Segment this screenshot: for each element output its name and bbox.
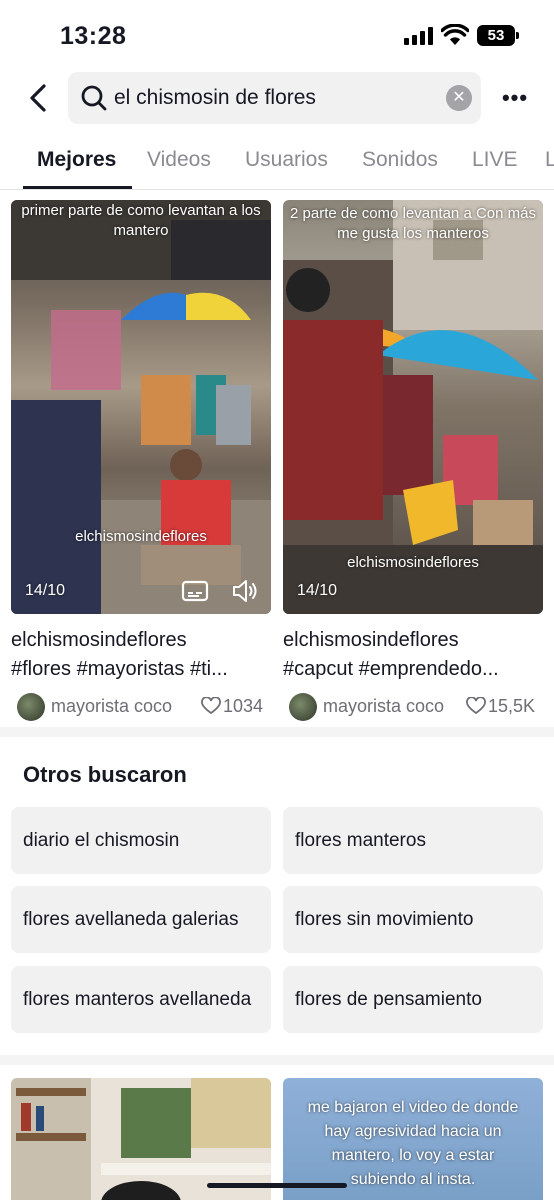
wifi-icon (441, 24, 469, 45)
video-card[interactable]: 2 parte de como levantan a Con más me gu… (283, 200, 543, 724)
status-time: 13:28 (60, 22, 127, 50)
related-search-chip[interactable]: flores sin movimiento (283, 886, 543, 953)
video-description-line1: elchismosindeflores (11, 629, 187, 651)
video-description-line2: #capcut #emprendedo... (283, 658, 499, 680)
search-bar[interactable]: ✕ (68, 72, 481, 124)
tab-mejores[interactable]: Mejores (37, 148, 116, 172)
author-name[interactable]: mayorista coco (51, 696, 172, 717)
video-overlay-text: primer parte de como levantan a los mant… (21, 202, 261, 239)
captions-icon[interactable] (181, 580, 209, 602)
related-searches-title: Otros buscaron (23, 762, 187, 787)
like-count: 15,5K (466, 696, 535, 717)
tab-sonidos[interactable]: Sonidos (362, 148, 438, 172)
section-divider (0, 1055, 554, 1065)
video-card[interactable]: primer parte de como levantan a los mant… (11, 200, 271, 724)
video-date: 14/10 (297, 582, 338, 599)
video-overlay-text: me bajaron el video de donde hay agresiv… (307, 1099, 519, 1188)
like-count: 1034 (201, 696, 263, 717)
video-overlay-text: 2 parte de como levantan a Con más me gu… (290, 205, 536, 242)
video-description-line1: elchismosindeflores (283, 629, 459, 651)
video-thumbnail[interactable] (11, 1078, 271, 1200)
tab-videos[interactable]: Videos (147, 148, 211, 172)
search-tabs: Mejores Videos Usuarios Sonidos LIVE L (0, 130, 554, 190)
clear-search-icon[interactable]: ✕ (446, 85, 472, 111)
back-arrow-icon[interactable] (24, 82, 54, 114)
related-search-chip[interactable]: flores manteros (283, 807, 543, 874)
section-divider (0, 727, 554, 737)
search-input[interactable] (114, 72, 434, 124)
video-date: 14/10 (25, 582, 66, 599)
author-avatar[interactable] (17, 693, 45, 721)
cellular-signal-icon (404, 27, 434, 45)
street-scene-image (11, 200, 271, 614)
more-options-icon[interactable]: ••• (500, 83, 530, 113)
related-search-chip[interactable]: flores de pensamiento (283, 966, 543, 1033)
author-avatar[interactable] (289, 693, 317, 721)
tab-usuarios[interactable]: Usuarios (245, 148, 328, 172)
author-name[interactable]: mayorista coco (323, 696, 444, 717)
tab-live[interactable]: LIVE (472, 148, 518, 172)
room-scene-image (11, 1078, 271, 1200)
video-description-line2: #flores #mayoristas #ti... (11, 658, 228, 680)
video-thumbnail[interactable]: primer parte de como levantan a los mant… (11, 200, 271, 614)
like-count-value: 1034 (222, 696, 263, 716)
heart-icon (466, 697, 486, 715)
video-thumbnail[interactable]: me bajaron el video de donde hay agresiv… (283, 1078, 543, 1200)
battery-icon: 53 (477, 25, 519, 46)
video-watermark: elchismosindeflores (347, 554, 479, 571)
related-search-chip[interactable]: flores manteros avellaneda (11, 966, 271, 1033)
related-search-chip[interactable]: diario el chismosin (11, 807, 271, 874)
active-tab-indicator (23, 186, 132, 189)
search-icon (81, 85, 107, 111)
volume-icon[interactable] (231, 578, 259, 604)
related-search-chip[interactable]: flores avellaneda galerias (11, 886, 271, 953)
status-bar: 13:28 53 (0, 0, 554, 70)
home-indicator (207, 1183, 347, 1188)
video-watermark: elchismosindeflores (75, 528, 207, 545)
tab-partial[interactable]: L (545, 148, 554, 172)
heart-icon (201, 697, 221, 715)
video-thumbnail[interactable]: 2 parte de como levantan a Con más me gu… (283, 200, 543, 614)
street-scene-image (283, 200, 543, 614)
like-count-value: 15,5K (487, 696, 535, 716)
